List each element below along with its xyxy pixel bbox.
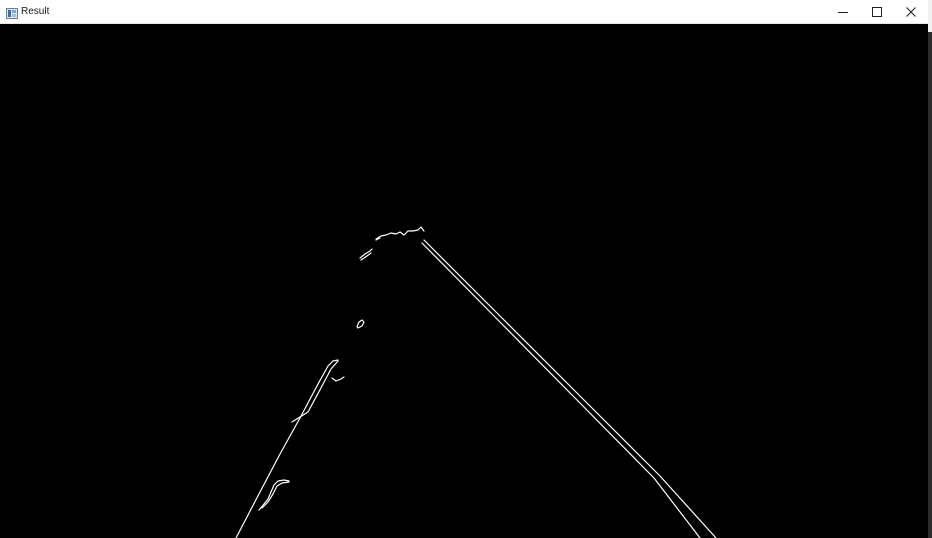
edge-fragment: [261, 481, 290, 509]
edge-blob: [356, 319, 365, 329]
edge-horizon: [375, 226, 425, 240]
edge-left-lane-inner: [291, 360, 339, 423]
edge-left-lane: [235, 359, 339, 538]
minimize-icon: [837, 6, 849, 18]
edge-right-lane-inner: [421, 242, 701, 538]
close-icon: [905, 6, 917, 18]
edge-right-lane-outer: [423, 239, 717, 538]
title-bar[interactable]: Result: [0, 0, 928, 24]
opencv-window-icon: [6, 6, 18, 19]
maximize-icon: [871, 6, 883, 18]
edge-fragment: [331, 376, 345, 382]
minimize-button[interactable]: [826, 0, 860, 23]
edge-image-canvas: [0, 24, 928, 538]
maximize-button[interactable]: [860, 0, 894, 23]
window-title: Result: [21, 6, 50, 17]
close-button[interactable]: [894, 0, 928, 23]
background-window-edge-dark: [928, 32, 932, 538]
result-window: Result: [0, 0, 928, 538]
